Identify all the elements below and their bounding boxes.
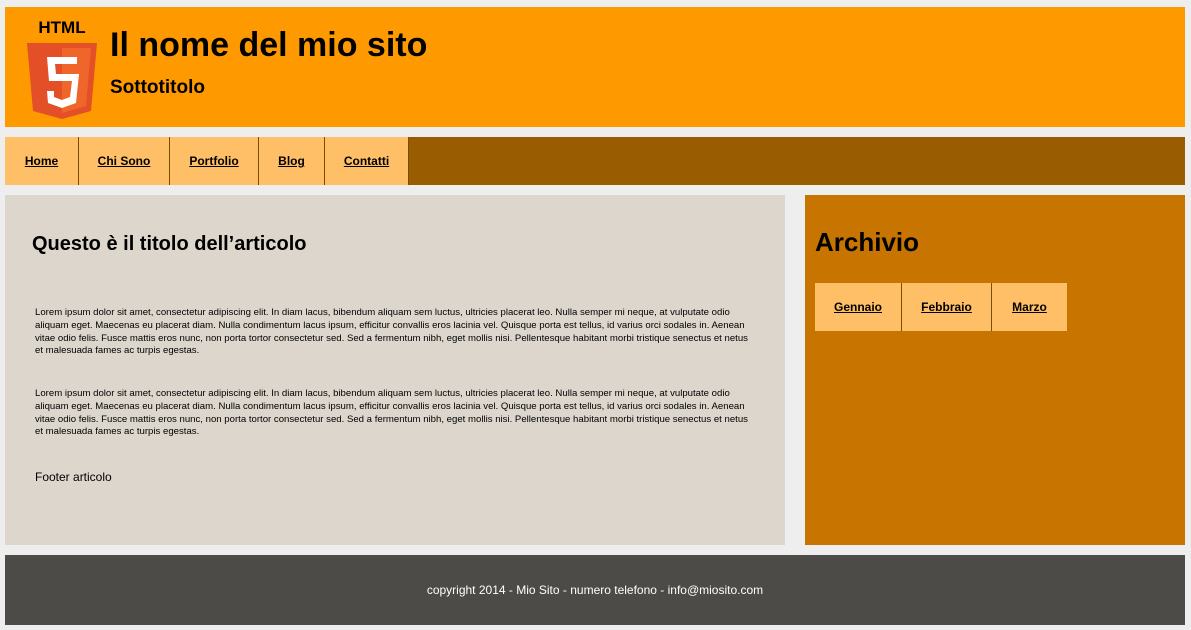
site-subtitle: Sottotitolo — [110, 77, 205, 98]
article-title: Questo è il titolo dell’articolo — [32, 233, 307, 255]
html5-logo-text: HTML — [38, 18, 85, 37]
nav-link-blog[interactable]: Blog — [259, 137, 325, 185]
site-footer: copyright 2014 - Mio Sito - numero telef… — [5, 555, 1185, 625]
archive-link-marzo[interactable]: Marzo — [992, 283, 1067, 331]
site-header: HTML Il nome del mio sito Sottotitolo — [5, 7, 1185, 127]
article-paragraph: Lorem ipsum dolor sit amet, consectetur … — [35, 388, 748, 438]
nav-link-chi-sono[interactable]: Chi Sono — [79, 137, 170, 185]
footer-text: copyright 2014 - Mio Sito - numero telef… — [426, 583, 764, 597]
archive-list: Gennaio Febbraio Marzo — [815, 283, 1067, 331]
article: Questo è il titolo dell’articolo Lorem i… — [5, 195, 785, 545]
nav-link-portfolio[interactable]: Portfolio — [170, 137, 259, 185]
archive-title: Archivio — [815, 227, 920, 257]
archive-link-gennaio[interactable]: Gennaio — [815, 283, 902, 331]
article-footer: Footer articolo — [35, 470, 112, 484]
html5-logo: HTML — [27, 18, 97, 119]
site-title: Il nome del mio sito — [110, 26, 428, 64]
nav-link-home[interactable]: Home — [5, 137, 79, 185]
main-nav: Home Chi Sono Portfolio Blog Contatti — [5, 137, 1185, 185]
article-paragraph: Lorem ipsum dolor sit amet, consectetur … — [35, 307, 748, 357]
nav-link-contatti[interactable]: Contatti — [325, 137, 409, 185]
archive-sidebar: Archivio Gennaio Febbraio Marzo — [805, 195, 1185, 545]
archive-link-febbraio[interactable]: Febbraio — [902, 283, 992, 331]
